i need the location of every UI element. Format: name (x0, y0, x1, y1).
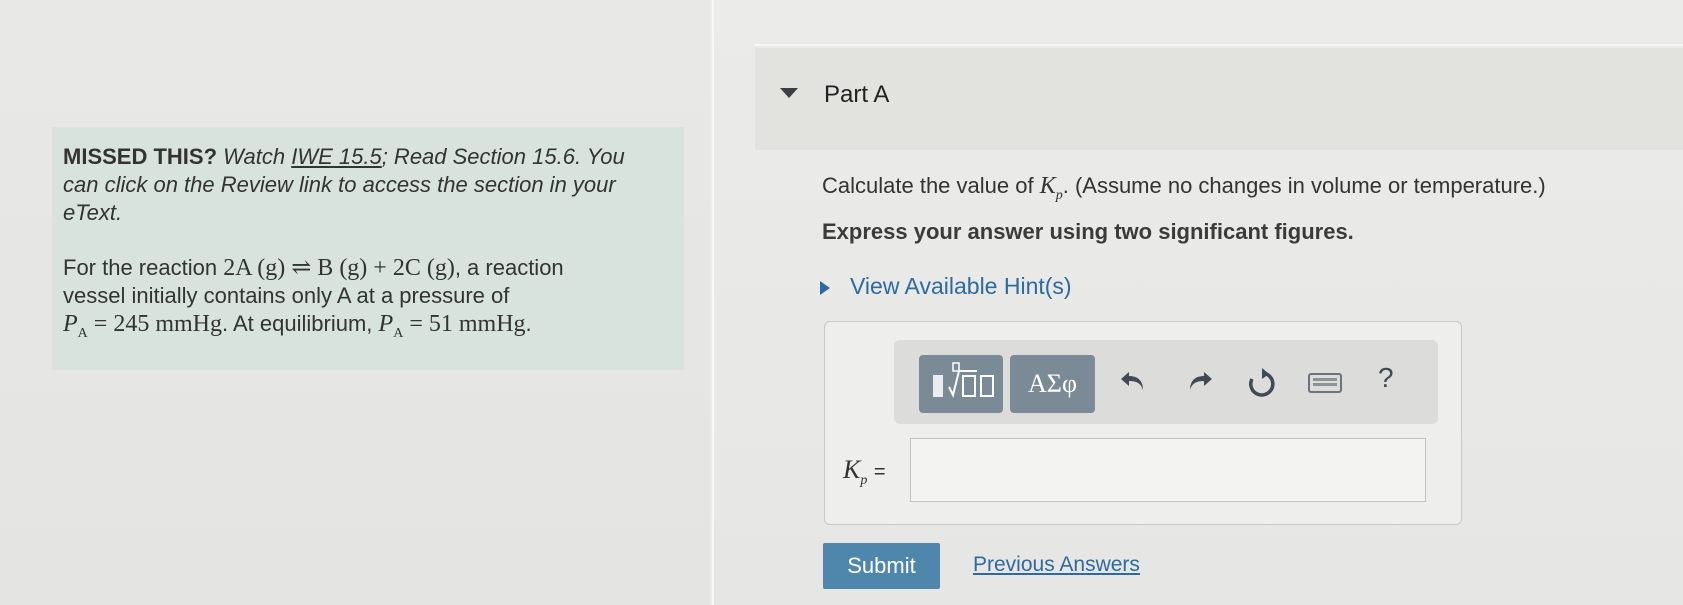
keyboard-icon (1308, 373, 1342, 393)
chevron-right-icon[interactable] (820, 281, 830, 295)
reset-icon (1249, 368, 1275, 397)
chevron-down-icon[interactable] (780, 88, 798, 98)
templates-icon (933, 362, 994, 398)
help-button[interactable]: ? (1378, 362, 1394, 394)
templates-button[interactable] (919, 355, 1003, 413)
reset-button[interactable] (1246, 368, 1278, 408)
watch-text: Watch (223, 144, 286, 169)
part-header[interactable] (755, 48, 1683, 150)
reaction-equation: 2A (g) ⇌ B (g) + 2C (g) (223, 255, 455, 281)
redo-icon (1190, 372, 1212, 390)
calc-suffix: . (Assume no changes in volume or temper… (1062, 173, 1546, 198)
header-rule (755, 44, 1683, 46)
undo-button[interactable] (1119, 368, 1149, 402)
info-line-3: eText. (63, 200, 123, 225)
kp-label: Kp = (843, 455, 886, 489)
iwe-link[interactable]: IWE 15.5 (291, 144, 381, 169)
info-line-1: MISSED THIS? Watch IWE 15.5; Read Sectio… (63, 143, 625, 171)
read-section-text: ; Read Section 15.6. You (381, 144, 625, 169)
reaction-line: For the reaction 2A (g) ⇌ B (g) + 2C (g)… (63, 254, 564, 282)
kp-symbol: Kp (1039, 173, 1063, 203)
answer-input[interactable] (910, 438, 1426, 502)
vessel-line: vessel initially contains only A at a pr… (63, 283, 510, 308)
pressure-end: . (525, 311, 532, 336)
pressure-line: PA = 245 mmHg. At equilibrium, PA = 51 m… (63, 310, 532, 348)
previous-answers-link[interactable]: Previous Answers (973, 553, 1140, 577)
reaction-prefix: For the reaction (63, 255, 218, 280)
initial-pressure: PA = 245 mmHg (63, 311, 222, 341)
view-hints-link[interactable]: View Available Hint(s) (850, 273, 1072, 300)
info-line-2: can click on the Review link to access t… (63, 172, 616, 197)
submit-button[interactable]: Submit (823, 543, 940, 589)
greek-symbols-button[interactable]: ΑΣφ (1010, 355, 1095, 413)
express-instruction: Express your answer using two significan… (822, 219, 1354, 244)
redo-button[interactable] (1184, 368, 1214, 402)
reaction-suffix: , a reaction (454, 255, 564, 280)
calc-prefix: Calculate the value of (822, 173, 1034, 198)
part-title: Part A (824, 81, 890, 108)
undo-icon (1121, 372, 1143, 390)
missed-this-label: MISSED THIS? (63, 144, 218, 169)
question-line: Calculate the value of Kp. (Assume no ch… (822, 173, 1546, 204)
equilibrium-pressure: PA = 51 mmHg (378, 311, 526, 341)
equilibrium-text: . At equilibrium, (222, 311, 373, 336)
keyboard-button[interactable] (1308, 368, 1342, 402)
